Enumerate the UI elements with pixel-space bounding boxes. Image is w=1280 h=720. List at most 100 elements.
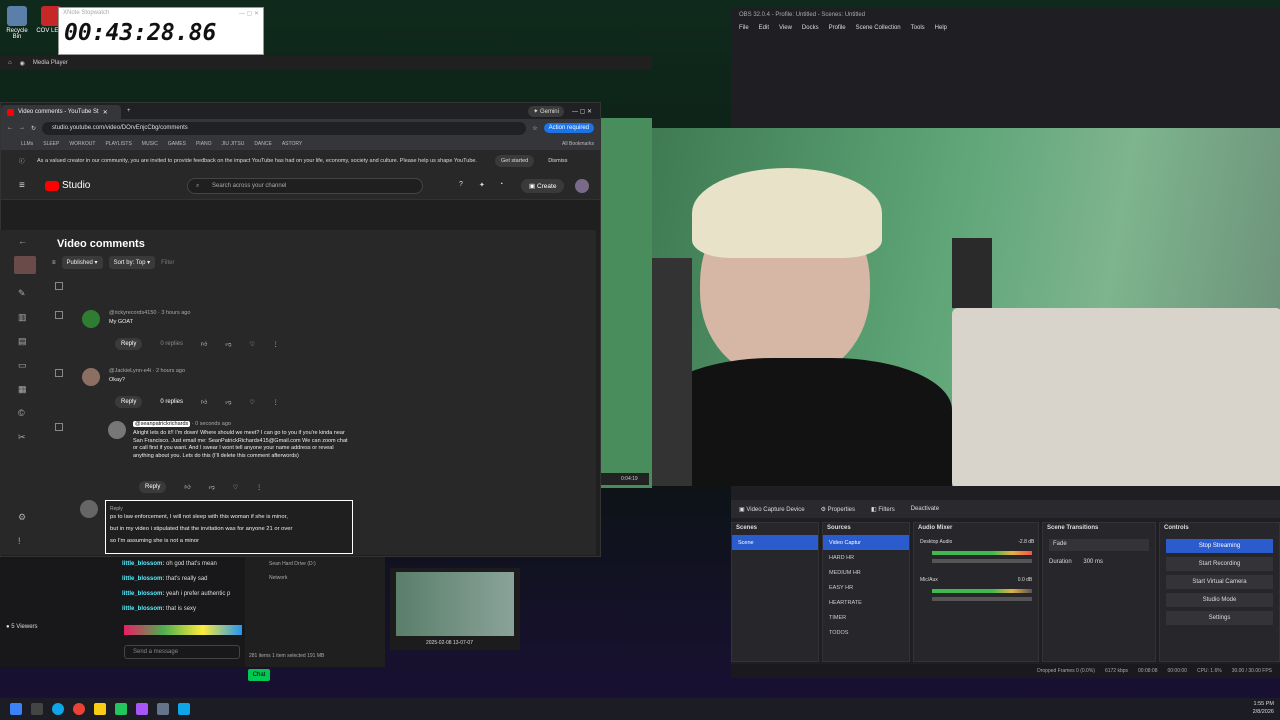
menu-edit[interactable]: Edit xyxy=(759,25,769,31)
reload-icon[interactable]: ↻ xyxy=(31,125,36,132)
avatar[interactable] xyxy=(575,179,589,193)
duration-input[interactable]: 300 ms xyxy=(1083,559,1103,565)
settings-button[interactable]: Settings xyxy=(1166,611,1273,625)
feedback-icon[interactable]: ! xyxy=(18,536,28,546)
bookmark-piano[interactable]: PIANO xyxy=(196,141,212,147)
thumbs-down-icon[interactable]: 👎︎ xyxy=(209,483,215,491)
comment-author[interactable]: @JackieLynn-e4i xyxy=(109,368,151,374)
comment-checkbox[interactable] xyxy=(55,369,63,377)
all-bookmarks-link[interactable]: All Bookmarks xyxy=(562,141,594,147)
thumbs-down-icon[interactable]: 👎︎ xyxy=(225,340,231,348)
drive-item[interactable]: Sean Hard Drive (D:) xyxy=(269,561,316,567)
window-controls-icon[interactable]: — ▢ ✕ xyxy=(572,108,592,115)
bookmark-workout[interactable]: WORKOUT xyxy=(69,141,95,147)
source-item[interactable]: EASY HR xyxy=(823,580,909,595)
menu-profile[interactable]: Profile xyxy=(829,25,846,31)
comment-checkbox[interactable] xyxy=(55,311,63,319)
volume-slider[interactable] xyxy=(932,559,1032,563)
select-all-checkbox[interactable] xyxy=(55,282,63,290)
more-icon[interactable]: ⋮ xyxy=(256,484,262,491)
settings-icon[interactable]: ⚙ xyxy=(18,512,28,522)
studio-mode-button[interactable]: Studio Mode xyxy=(1166,593,1273,607)
emote-row[interactable] xyxy=(124,625,242,635)
chrome-icon[interactable] xyxy=(73,703,85,715)
source-item[interactable]: MEDIUM HR xyxy=(823,565,909,580)
source-item[interactable]: HEARTRATE xyxy=(823,595,909,610)
properties-button[interactable]: ⚙ Properties xyxy=(821,506,855,513)
replies-toggle[interactable]: 0 replies xyxy=(160,399,183,405)
stop-streaming-button[interactable]: Stop Streaming xyxy=(1166,539,1273,553)
heart-icon[interactable]: ♡ xyxy=(249,399,254,406)
more-icon[interactable]: ⋮ xyxy=(273,341,279,348)
thumbs-down-icon[interactable]: 👎︎ xyxy=(225,398,231,406)
transition-select[interactable]: Fade xyxy=(1049,539,1149,551)
sparkle-icon[interactable]: ✦ xyxy=(479,181,485,189)
system-clock[interactable]: 1:55 PM 2/8/2026 xyxy=(1253,700,1274,716)
filter-icon[interactable]: ≡ xyxy=(52,260,56,266)
app-icon[interactable] xyxy=(115,703,127,715)
tab-video-comments[interactable]: Video comments - YouTube St ✕ xyxy=(1,105,121,119)
chat-user[interactable]: little_blossom: xyxy=(122,576,164,582)
menu-tools[interactable]: Tools xyxy=(911,25,925,31)
start-recording-button[interactable]: Start Recording xyxy=(1166,557,1273,571)
deactivate-button[interactable]: Deactivate xyxy=(911,506,939,512)
menu-view[interactable]: View xyxy=(779,25,792,31)
network-item[interactable]: Network xyxy=(269,575,287,581)
heart-icon[interactable]: ♡ xyxy=(249,341,254,348)
create-button[interactable]: ▣ Create xyxy=(521,179,565,193)
dismiss-button[interactable]: Dismiss xyxy=(542,155,573,167)
obs-icon[interactable] xyxy=(157,703,169,715)
volume-slider[interactable] xyxy=(932,597,1032,601)
bookmark-sleep[interactable]: SLEEP xyxy=(43,141,59,147)
stopwatch-window[interactable]: XNote Stopwatch — ▢ ✕ 00:43:28.86 xyxy=(58,7,264,55)
menu-file[interactable]: File xyxy=(739,25,749,31)
thumbs-up-icon[interactable]: 👍︎ xyxy=(201,398,207,406)
clips-icon[interactable]: ✂ xyxy=(18,432,28,442)
filters-button[interactable]: ◧ Filters xyxy=(871,506,895,513)
search-input[interactable]: ⌕ Search across your channel xyxy=(187,178,423,194)
bookmark-games[interactable]: GAMES xyxy=(168,141,186,147)
chat-send-button[interactable]: Chat xyxy=(248,669,270,681)
source-item[interactable]: TODOS xyxy=(823,625,909,640)
bookmark-music[interactable]: MUSIC xyxy=(142,141,158,147)
reply-button[interactable]: Reply xyxy=(139,481,167,493)
url-input[interactable]: studio.youtube.com/video/DOrvEnjcCbg/com… xyxy=(42,121,527,135)
sort-dropdown[interactable]: Sort by: Top ▾ xyxy=(108,256,156,269)
video-thumbnail[interactable] xyxy=(14,256,36,274)
new-tab-icon[interactable]: + xyxy=(127,108,131,114)
chat-user[interactable]: little_blossom: xyxy=(122,561,164,567)
virtual-camera-button[interactable]: Start Virtual Camera xyxy=(1166,575,1273,589)
star-icon[interactable]: ☆ xyxy=(532,125,537,132)
menu-help[interactable]: Help xyxy=(935,25,947,31)
more-icon[interactable]: ⋮ xyxy=(273,399,279,406)
app-icon[interactable] xyxy=(136,703,148,715)
notifications-icon[interactable]: ◔ xyxy=(499,181,503,188)
menu-scene-collection[interactable]: Scene Collection xyxy=(856,25,901,31)
copyright-icon[interactable]: © xyxy=(18,408,28,418)
reply-author[interactable]: @seanpatrickrichards xyxy=(133,421,191,427)
video-file-thumbnail[interactable]: 2025-02-08 13-07-07 xyxy=(390,568,520,650)
bookmark-dance[interactable]: DANCE xyxy=(254,141,272,147)
forward-icon[interactable]: → xyxy=(19,125,25,131)
menu-icon[interactable]: ≡ xyxy=(19,180,25,191)
window-controls-icon[interactable]: — ▢ ✕ xyxy=(239,10,259,18)
search-icon[interactable] xyxy=(31,703,43,715)
media-player-titlebar[interactable]: ⌂ ◉ Media Player xyxy=(0,56,652,70)
reply-button[interactable]: Reply xyxy=(115,396,143,408)
chat-user[interactable]: little_blossom: xyxy=(122,591,164,597)
help-icon[interactable]: ? xyxy=(459,181,463,188)
heart-icon[interactable]: ♡ xyxy=(233,484,238,491)
bookmark-playlists[interactable]: PLAYLISTS xyxy=(105,141,131,147)
folder-icon[interactable] xyxy=(94,703,106,715)
back-icon[interactable]: ← xyxy=(7,125,13,131)
published-dropdown[interactable]: Published ▾ xyxy=(61,256,103,269)
menu-docks[interactable]: Docks xyxy=(802,25,819,31)
bookmark-llms[interactable]: LLMs xyxy=(21,141,33,147)
thumbs-up-icon[interactable]: 👍︎ xyxy=(184,483,190,491)
close-tab-icon[interactable]: ✕ xyxy=(103,109,108,116)
edit-icon[interactable]: ✎ xyxy=(18,288,28,298)
get-started-button[interactable]: Get started xyxy=(495,155,535,167)
chat-input[interactable]: Send a message xyxy=(124,645,240,659)
reply-checkbox[interactable] xyxy=(55,423,63,431)
source-item[interactable]: TIMER xyxy=(823,610,909,625)
